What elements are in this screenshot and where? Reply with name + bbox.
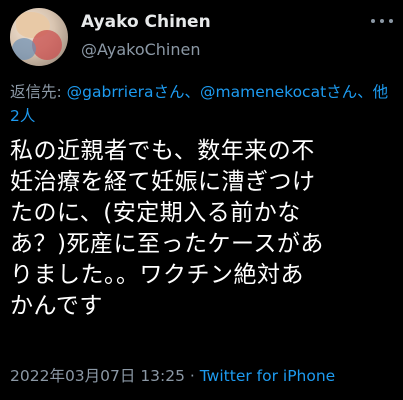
meta-separator: · — [185, 367, 200, 385]
mention-link[interactable]: @mamenekocat — [200, 83, 326, 101]
mention-separator: さん、 — [326, 83, 373, 101]
more-options-icon[interactable] — [371, 16, 393, 26]
timestamp[interactable]: 2022年03月07日 13:25 — [10, 367, 185, 385]
reply-prefix: 返信先: — [10, 83, 67, 101]
source-link[interactable]: Twitter for iPhone — [200, 367, 335, 385]
tweet-meta: 2022年03月07日 13:25 · Twitter for iPhone — [10, 364, 335, 386]
avatar[interactable] — [10, 8, 68, 66]
tweet-text: 私の近親者でも、数年来の不 妊治療を経て妊娠に漕ぎつけ たのに、(安定期入る前か… — [10, 138, 324, 319]
avatar-shape — [12, 38, 36, 60]
replying-to: 返信先: @gabrrieraさん、@mamenekocatさん、他2人 — [10, 80, 396, 128]
mention-link[interactable]: @gabrriera — [67, 83, 154, 101]
user-handle[interactable]: @AyakoChinen — [81, 40, 201, 59]
tweet-card: Ayako Chinen @AyakoChinen 返信先: @gabrrier… — [0, 0, 403, 400]
mention-separator: さん、 — [153, 83, 201, 101]
display-name[interactable]: Ayako Chinen — [81, 12, 211, 32]
avatar-shape — [32, 30, 62, 60]
